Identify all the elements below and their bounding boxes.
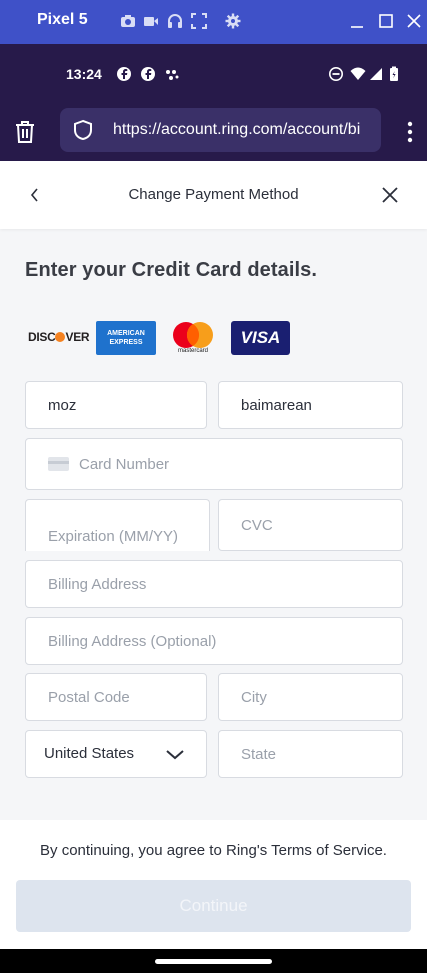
- headphones-icon[interactable]: [167, 13, 183, 29]
- fullscreen-icon[interactable]: [191, 13, 207, 29]
- shield-icon[interactable]: [72, 119, 94, 141]
- emulator-title: Pixel 5: [37, 11, 88, 28]
- video-icon[interactable]: [143, 13, 159, 29]
- discover-o-dot: [55, 332, 66, 342]
- card-number-placeholder[interactable]: Card Number: [79, 456, 169, 473]
- postal-code-field[interactable]: Postal Code: [25, 673, 207, 721]
- amex-line1: AMERICAN: [107, 330, 145, 337]
- mastercard-label: mastercard: [177, 348, 208, 354]
- close-window-icon[interactable]: [405, 12, 423, 30]
- billing-address-optional-field[interactable]: Billing Address (Optional): [25, 617, 403, 665]
- camera-icon[interactable]: [120, 13, 136, 29]
- cvc-placeholder[interactable]: CVC: [241, 517, 273, 534]
- phone-top-area: 13:24 https://account.ring.com/account/b…: [0, 44, 427, 161]
- last-name-value[interactable]: baimarean: [241, 397, 312, 414]
- postal-code-placeholder[interactable]: Postal Code: [48, 689, 130, 706]
- country-select[interactable]: United States: [25, 730, 207, 778]
- wifi-icon: [350, 66, 366, 82]
- discover-text: DISC: [28, 330, 56, 344]
- chevron-down-icon[interactable]: [165, 747, 185, 761]
- discover-text-tail: VER: [65, 330, 90, 344]
- minimize-icon[interactable]: [348, 12, 366, 30]
- last-name-field[interactable]: baimarean: [218, 381, 403, 429]
- home-handle[interactable]: [155, 959, 272, 964]
- expiration-field[interactable]: Expiration (MM/YY): [25, 499, 210, 551]
- modal-title: Change Payment Method: [128, 186, 299, 203]
- facebook-notification-icon: [116, 66, 132, 82]
- state-field[interactable]: State: [218, 730, 403, 778]
- assistant-dots-icon: [164, 66, 180, 82]
- billing-address-field[interactable]: Billing Address: [25, 560, 403, 608]
- card-number-field[interactable]: Card Number: [25, 438, 403, 490]
- expiration-placeholder[interactable]: Expiration (MM/YY): [48, 528, 178, 545]
- more-options-icon[interactable]: [400, 120, 420, 144]
- first-name-field[interactable]: moz: [25, 381, 207, 429]
- terms-text[interactable]: By continuing, you agree to Ring's Terms…: [0, 842, 427, 859]
- credit-card-icon: [48, 457, 69, 471]
- facebook-notification-icon-2: [140, 66, 156, 82]
- visa-logo: VISA: [231, 321, 290, 355]
- do-not-disturb-icon: [328, 66, 344, 82]
- payment-page: Change Payment Method Enter your Credit …: [0, 161, 427, 949]
- form-heading: Enter your Credit Card details.: [25, 259, 318, 281]
- city-field[interactable]: City: [218, 673, 403, 721]
- status-time: 13:24: [66, 66, 102, 82]
- amex-line2: EXPRESS: [109, 339, 143, 346]
- cvc-field[interactable]: CVC: [218, 499, 403, 551]
- modal-header: Change Payment Method: [0, 161, 427, 229]
- city-placeholder[interactable]: City: [241, 689, 267, 706]
- amex-logo: AMERICAN EXPRESS: [96, 321, 156, 355]
- footer: By continuing, you agree to Ring's Terms…: [0, 820, 427, 949]
- trash-icon[interactable]: [14, 120, 36, 144]
- battery-icon: [386, 66, 402, 82]
- discover-logo: DISC VER: [28, 330, 90, 364]
- continue-button[interactable]: Continue: [16, 880, 411, 932]
- state-placeholder[interactable]: State: [241, 746, 276, 763]
- gesture-nav-bar: [0, 949, 427, 973]
- country-value[interactable]: United States: [44, 745, 134, 762]
- url-bar[interactable]: https://account.ring.com/account/bi: [60, 108, 381, 152]
- maximize-icon[interactable]: [377, 12, 395, 30]
- settings-gear-icon[interactable]: [225, 13, 241, 29]
- url-text[interactable]: https://account.ring.com/account/bi: [113, 121, 360, 139]
- billing-address-optional-placeholder[interactable]: Billing Address (Optional): [48, 633, 216, 650]
- cell-signal-icon: [368, 66, 384, 82]
- close-icon[interactable]: [380, 185, 400, 205]
- billing-address-placeholder[interactable]: Billing Address: [48, 576, 146, 593]
- first-name-value[interactable]: moz: [48, 397, 76, 414]
- emulator-title-bar: Pixel 5: [0, 0, 427, 44]
